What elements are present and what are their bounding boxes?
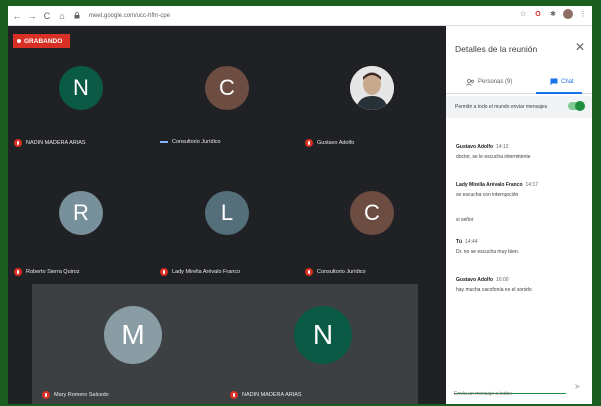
lock-icon: [71, 9, 83, 23]
chat-message: Gustavo Adolfo 16:00 hay mucha cacofonía …: [456, 277, 584, 293]
participant-label: Consultorio Jurídico: [305, 268, 366, 276]
chat-icon: [550, 78, 558, 86]
meeting-details-panel: Detalles de la reunión ✕ Personas (9) Ch…: [446, 26, 592, 404]
opera-icon[interactable]: O: [533, 9, 543, 19]
participant-name: Consultorio Jurídico: [317, 269, 366, 275]
message-time: 14:17: [525, 182, 539, 188]
chat-message: Gustavo Adolfo 14:12 doctor, se le escuch…: [456, 144, 584, 160]
chat-message: Lady Mirella Arévalo Franco 14:17 se escu…: [456, 182, 584, 198]
tab-chat-label: Chat: [561, 79, 574, 85]
screenshot-frame: ← → C ⌂ meet.google.com/ucc-hfhr-cpe ☆ O…: [8, 6, 592, 404]
active-tab-indicator: [536, 92, 582, 94]
message-time: 16:00: [496, 277, 509, 283]
allow-messages-toggle[interactable]: [568, 101, 585, 111]
participant-label: Mary Romero Salcedo: [42, 391, 109, 399]
address-bar[interactable]: meet.google.com/ucc-hfhr-cpe: [89, 13, 170, 19]
tab-chat[interactable]: Chat: [550, 70, 574, 94]
tab-people-label: Personas (9): [478, 79, 513, 85]
participant-name: NADIN MADERA ARIAS: [242, 392, 302, 398]
participant-name: NADIN MADERA ARIAS: [26, 140, 86, 146]
mic-off-icon: [42, 391, 50, 399]
reload-icon[interactable]: C: [41, 9, 53, 23]
mic-off-icon: [14, 268, 22, 276]
participant-avatar: M: [104, 306, 162, 364]
message-body: doctor, se le escucha intermitente: [456, 154, 531, 160]
star-icon[interactable]: ☆: [518, 9, 528, 19]
message-time: 14:44: [465, 239, 478, 245]
message-body: se escucha con interrupción: [456, 192, 519, 198]
speaking-indicator-icon: [160, 141, 168, 143]
message-body: si señor: [456, 217, 474, 223]
participant-avatar: R: [59, 191, 103, 235]
participant-name: Lady Mirella Arévalo Franco: [172, 269, 241, 275]
allow-messages-row: Permitir a todo el mundo enviar mensajes: [446, 96, 592, 118]
bottom-row: [32, 284, 418, 404]
person-photo-icon: [350, 66, 394, 110]
participant-label: NADIN MADERA ARIAS: [14, 139, 86, 147]
message-sender: Gustavo Adolfo: [456, 144, 494, 150]
participant-avatar: C: [350, 191, 394, 235]
participant-label: Roberto Sierra Quiroz: [14, 268, 80, 276]
meeting-grid: GRABANDO N NADIN MADERA ARIAS C Consulto…: [8, 26, 446, 404]
chat-message: si señor: [456, 213, 584, 223]
panel-tabs: Personas (9) Chat: [446, 70, 592, 94]
participant-label: NADIN MADERA ARIAS: [230, 391, 302, 399]
profile-avatar[interactable]: [563, 9, 573, 19]
chat-compose-field[interactable]: [454, 382, 566, 399]
record-dot-icon: [17, 39, 21, 43]
mic-off-icon: [305, 139, 313, 147]
mic-off-icon: [305, 268, 313, 276]
close-icon[interactable]: ✕: [575, 40, 585, 54]
home-icon[interactable]: ⌂: [56, 9, 68, 23]
participant-name: Roberto Sierra Quiroz: [26, 269, 80, 275]
participant-avatar: N: [294, 306, 352, 364]
message-sender: Lady Mirella Arévalo Franco: [456, 182, 523, 188]
participant-label: Gustavo Adolfo: [305, 139, 354, 147]
recording-badge: GRABANDO: [13, 34, 70, 48]
participant-label: Lady Mirella Arévalo Franco: [160, 268, 240, 276]
participant-photo: [350, 66, 394, 110]
mic-off-icon: [230, 391, 238, 399]
people-icon: [466, 78, 475, 86]
participant-name: Consultorio Jurídico: [172, 139, 221, 145]
participant-name: Gustavo Adolfo: [317, 140, 355, 146]
participant-avatar: N: [59, 66, 103, 110]
allow-messages-label: Permitir a todo el mundo enviar mensajes: [455, 104, 548, 110]
mic-off-icon: [14, 139, 22, 147]
extensions-icon[interactable]: ✱: [548, 9, 558, 19]
participant-avatar: L: [205, 191, 249, 235]
send-icon[interactable]: ➤: [574, 382, 581, 391]
message-sender: Tú: [456, 239, 463, 245]
participant-avatar: C: [205, 66, 249, 110]
chat-input[interactable]: [454, 389, 566, 399]
more-menu-icon[interactable]: ⋮: [578, 9, 588, 19]
participant-label: Consultorio Jurídico: [160, 139, 221, 145]
browser-toolbar: ← → C ⌂ meet.google.com/ucc-hfhr-cpe ☆ O…: [8, 6, 592, 26]
message-body: hay mucha cacofonía es el sonido: [456, 287, 532, 293]
message-sender: Gustavo Adolfo: [456, 277, 494, 283]
forward-icon[interactable]: →: [26, 9, 38, 23]
message-time: 14:12: [496, 144, 509, 150]
recording-label: GRABANDO: [24, 37, 63, 45]
chat-message: Tú 14:44 Dr. no se escucha muy bien.: [456, 239, 584, 255]
back-icon[interactable]: ←: [11, 9, 23, 23]
panel-title: Detalles de la reunión: [455, 44, 538, 54]
mic-off-icon: [160, 268, 168, 276]
message-body: Dr. no se escucha muy bien.: [456, 249, 520, 255]
participant-name: Mary Romero Salcedo: [54, 392, 109, 398]
tab-people[interactable]: Personas (9): [466, 70, 512, 94]
